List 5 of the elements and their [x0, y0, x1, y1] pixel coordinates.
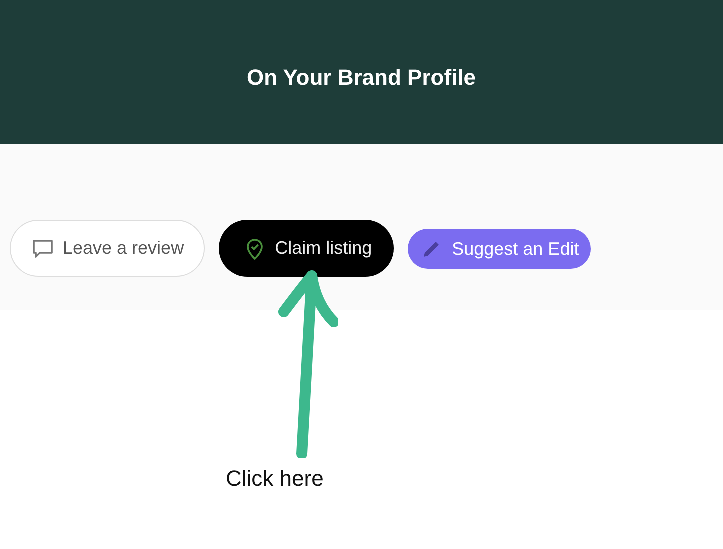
annotation-text: Click here [226, 466, 324, 492]
leave-review-button[interactable]: Leave a review [10, 220, 206, 277]
claim-listing-button[interactable]: Claim listing [219, 220, 394, 277]
suggest-edit-button[interactable]: Suggest an Edit [408, 229, 592, 269]
page-title: On Your Brand Profile [247, 65, 476, 91]
